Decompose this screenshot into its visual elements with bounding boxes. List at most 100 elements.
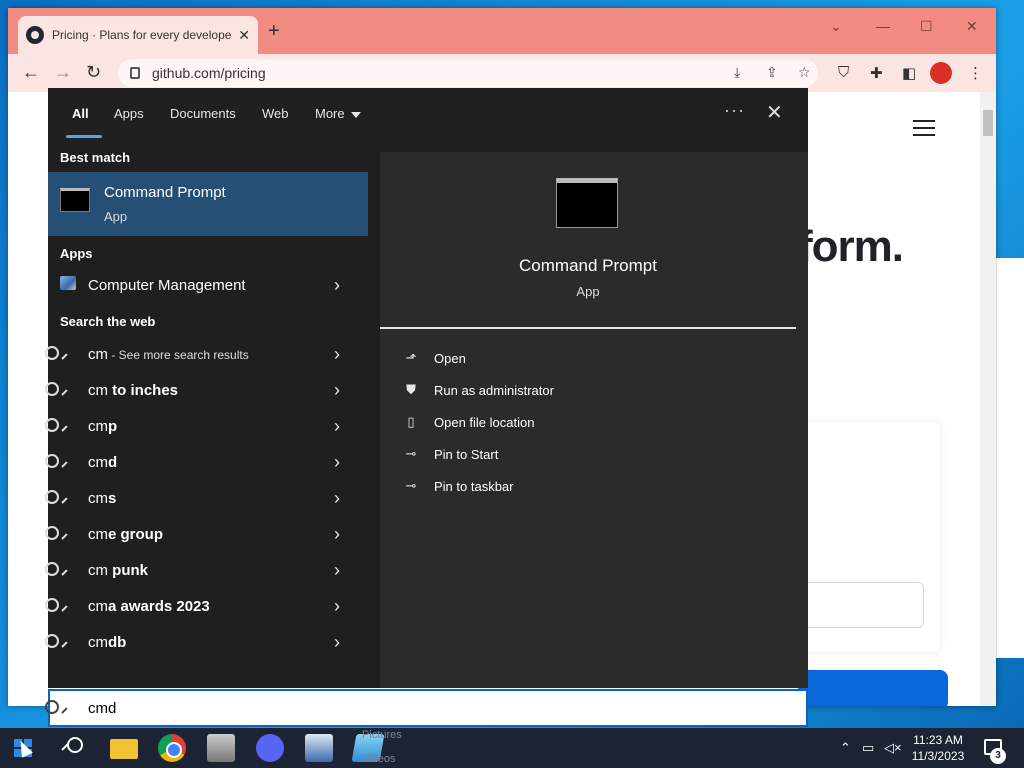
share-icon[interactable]: ⇪ [766, 64, 778, 81]
file-explorer-icon[interactable] [110, 739, 138, 759]
chevron-right-icon[interactable]: › [334, 380, 340, 401]
web-result[interactable]: cmp › [48, 409, 368, 445]
action-pin-to-start[interactable]: ⊸ Pin to Start [402, 442, 499, 466]
best-match-heading: Best match [60, 150, 131, 165]
avatar[interactable] [930, 62, 952, 84]
action-run-as-admin[interactable]: ⛊ Run as administrator [402, 378, 554, 402]
network-icon[interactable]: ▭ [862, 740, 874, 756]
clock-time: 11:23 AM [913, 733, 963, 747]
sidepanel-icon[interactable]: ◧ [902, 64, 916, 82]
close-tab-icon[interactable]: ✕ [238, 27, 250, 44]
action-label: Open [434, 350, 466, 366]
web-result-completion: db [108, 634, 127, 651]
open-icon: ⬏ [405, 350, 417, 365]
reload-icon[interactable]: ↻ [86, 62, 101, 83]
web-result-query: cm [88, 418, 108, 435]
web-result[interactable]: cmdb › [48, 625, 368, 661]
chevron-right-icon[interactable]: › [334, 275, 340, 296]
action-pin-to-taskbar[interactable]: ⊸ Pin to taskbar [402, 474, 514, 498]
shield-extension-icon[interactable]: ⛉ [838, 64, 849, 81]
page-cta-button[interactable] [798, 670, 948, 706]
best-match-subtitle: App [104, 209, 128, 224]
maximize-icon[interactable]: ☐ [920, 18, 933, 35]
web-result-completion: punk [108, 562, 148, 579]
start-search-panel: All Apps Documents Web More ··· ✕ Best m… [48, 88, 808, 688]
tab-more[interactable]: More [315, 106, 361, 121]
taskbar: Pictures Videos ⌃ ▭ ◁× 11:23 AM 11/3/202… [0, 728, 1024, 768]
tab-web[interactable]: Web [262, 106, 289, 121]
tab-documents[interactable]: Documents [170, 106, 236, 121]
clock[interactable]: 11:23 AM 11/3/2023 [906, 732, 970, 764]
chevron-right-icon[interactable]: › [334, 416, 340, 437]
chevron-right-icon[interactable]: › [334, 632, 340, 653]
web-result[interactable]: cm to inches › [48, 373, 368, 409]
search-icon [60, 489, 78, 507]
action-label: Pin to taskbar [434, 478, 514, 494]
app-icon[interactable] [305, 734, 333, 762]
app-item-computer-management[interactable]: Computer Management › [48, 268, 368, 304]
preview-title: Command Prompt [519, 256, 657, 275]
app-icon[interactable] [207, 734, 235, 762]
tab-more-label: More [315, 106, 345, 121]
chevron-up-icon[interactable]: ⌃ [840, 740, 851, 756]
chevron-right-icon[interactable]: › [334, 560, 340, 581]
back-icon[interactable]: ← [22, 62, 40, 83]
web-result-completion: a awards 2023 [108, 598, 210, 615]
more-options-icon[interactable]: ··· [724, 100, 745, 121]
web-result-completion: p [108, 418, 118, 435]
forward-icon[interactable]: → [54, 62, 72, 83]
search-icon[interactable] [60, 736, 88, 764]
tab-title: Pricing · Plans for every develope [52, 28, 232, 42]
chevron-right-icon[interactable]: › [334, 344, 340, 365]
web-result[interactable]: cme group › [48, 517, 368, 553]
active-tab-indicator [66, 135, 102, 138]
background-folder-label: Videos [362, 753, 396, 765]
star-icon[interactable]: ☆ [798, 64, 811, 81]
browser-tab[interactable]: Pricing · Plans for every develope ✕ [18, 16, 258, 54]
search-box [48, 689, 808, 727]
minimize-icon[interactable]: — [876, 18, 890, 34]
chevron-right-icon[interactable]: › [334, 524, 340, 545]
page-headline: form. [798, 222, 904, 271]
plus-icon[interactable]: + [268, 20, 280, 43]
best-match-item[interactable]: Command Prompt App [48, 172, 368, 236]
search-input[interactable] [88, 697, 768, 719]
web-result[interactable]: cmd › [48, 445, 368, 481]
web-result-completion: e group [108, 526, 163, 543]
action-open-file-location[interactable]: ▯ Open file location [402, 410, 534, 434]
discord-icon[interactable] [256, 734, 284, 762]
close-icon[interactable]: ✕ [766, 100, 783, 125]
scrollbar[interactable] [980, 92, 996, 706]
close-window-icon[interactable]: ✕ [966, 18, 978, 35]
address-bar[interactable]: github.com/pricing ⤓ ⇪ ☆ [118, 59, 818, 87]
preview-pane: Command Prompt App ⬏ Open ⛊ Run as admin… [380, 152, 808, 688]
chevron-right-icon[interactable]: › [334, 596, 340, 617]
chevron-right-icon[interactable]: › [334, 452, 340, 473]
web-result-completion: d [108, 454, 118, 471]
volume-muted-icon[interactable]: ◁× [884, 740, 902, 756]
puzzle-icon[interactable]: ✚ [870, 64, 883, 82]
scrollbar-thumb[interactable] [983, 110, 993, 136]
chrome-icon[interactable] [158, 734, 186, 762]
search-icon [60, 345, 78, 363]
page-input[interactable] [798, 582, 924, 628]
web-result[interactable]: cms › [48, 481, 368, 517]
chevron-right-icon[interactable]: › [334, 488, 340, 509]
tab-apps[interactable]: Apps [114, 106, 144, 121]
notification-badge: 3 [990, 748, 1006, 764]
shield-icon: ⛊ [406, 382, 416, 397]
install-icon[interactable]: ⤓ [734, 64, 740, 81]
web-result[interactable]: cm punk › [48, 553, 368, 589]
tab-all[interactable]: All [72, 106, 89, 121]
web-result-query: cm [88, 598, 108, 615]
web-result[interactable]: cm - See more search results › [48, 337, 368, 373]
command-prompt-large-icon [556, 178, 618, 228]
action-open[interactable]: ⬏ Open [402, 346, 466, 370]
web-result[interactable]: cma awards 2023 › [48, 589, 368, 625]
hamburger-icon[interactable] [913, 120, 935, 141]
chevron-down-icon[interactable]: ⌄ [830, 18, 842, 35]
action-label: Run as administrator [434, 382, 554, 398]
web-result-query: cm [88, 346, 108, 363]
menu-dots-icon[interactable]: ⋮ [968, 64, 983, 82]
pin-icon: ⊸ [405, 446, 417, 461]
